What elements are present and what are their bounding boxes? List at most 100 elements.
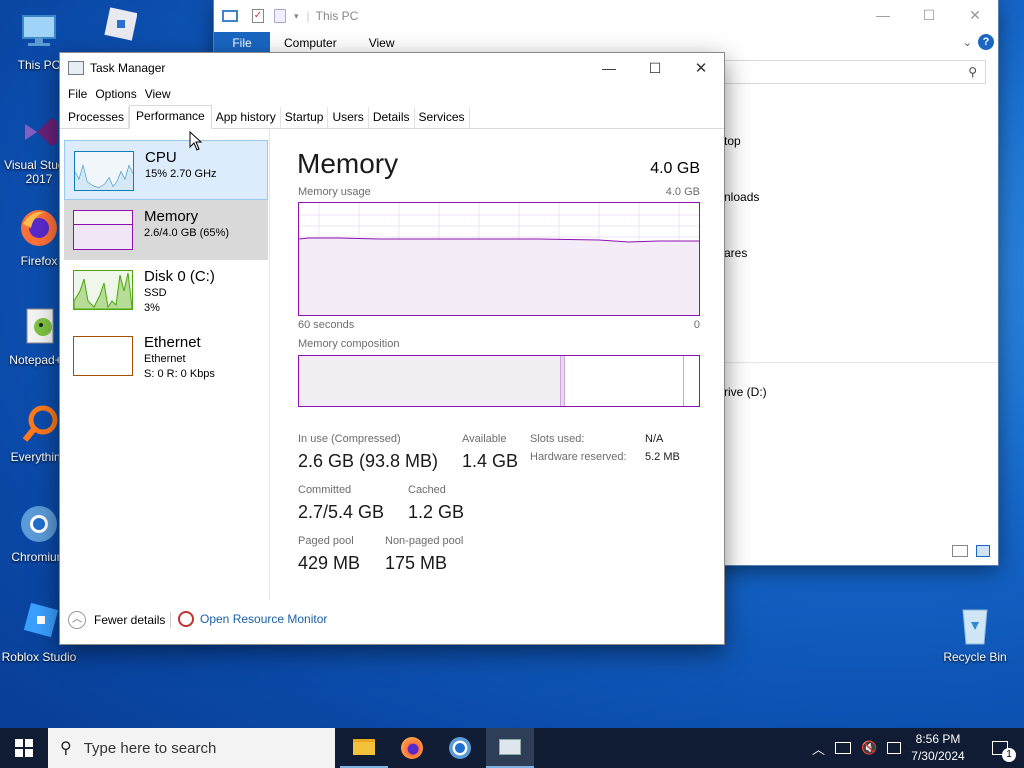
sidebar-item-name: Disk 0 (C:) (144, 268, 215, 285)
sidebar-item-detail: 3% (144, 302, 160, 314)
menu-options[interactable]: Options (91, 87, 140, 101)
tab-details[interactable]: Details (369, 107, 415, 128)
tab-processes[interactable]: Processes (64, 107, 130, 128)
qat-dropdown-icon[interactable]: ▾ (294, 11, 299, 22)
computer-icon (222, 10, 238, 22)
divider (724, 362, 998, 363)
taskbar-app-chromium[interactable] (436, 728, 484, 768)
desktop-icon-recycle-bin[interactable]: Recycle Bin (936, 602, 1014, 664)
fewer-details-label: Fewer details (94, 613, 166, 627)
sidebar-item-detail: SSD (144, 287, 167, 299)
disk-thumbnail-graph (73, 270, 133, 310)
composition-modified (561, 356, 565, 406)
chevron-up-icon[interactable]: ︿ (812, 739, 825, 758)
tab-performance[interactable]: Performance (129, 105, 212, 129)
tab-startup[interactable]: Startup (281, 107, 329, 128)
help-icon[interactable]: ? (978, 34, 994, 50)
task-manager-icon (499, 739, 521, 755)
stat-value-hw-reserved: 5.2 MB (645, 451, 680, 463)
composition-in-use (299, 356, 561, 406)
composition-label: Memory composition (298, 338, 400, 350)
stat-value-slots: N/A (645, 433, 664, 445)
ethernet-thumbnail-graph (73, 336, 133, 376)
minimize-button[interactable]: — (860, 0, 906, 30)
sidebar-item-detail: Ethernet (144, 353, 186, 365)
stat-value-committed: 2.7/5.4 GB (298, 502, 385, 522)
sidebar-item-detail: 15% 2.70 GHz (145, 168, 217, 180)
maximize-button[interactable]: ☐ (906, 0, 952, 30)
stat-label: Slots used: (530, 433, 585, 445)
usage-graph-max: 4.0 GB (665, 186, 700, 198)
new-folder-icon[interactable] (274, 9, 286, 23)
sidebar-item-ethernet[interactable]: Ethernet Ethernet S: 0 R: 0 Kbps (64, 320, 268, 390)
menu-view[interactable]: View (141, 87, 175, 101)
sidebar-item-name: CPU (145, 149, 177, 166)
visual-studio-icon (17, 110, 61, 154)
usage-graph-label: Memory usage (298, 186, 371, 198)
footer-divider (60, 599, 724, 600)
open-resource-monitor-link[interactable]: Open Resource Monitor (178, 611, 327, 627)
notepadpp-icon (17, 305, 61, 349)
desktop-icon-roblox-top[interactable] (76, 6, 154, 54)
memory-thumbnail-graph (73, 210, 133, 250)
memory-usage-graph (298, 202, 700, 316)
chevron-up-icon: ︿ (68, 611, 86, 629)
maximize-button[interactable]: ☐ (632, 53, 678, 83)
taskbar-app-firefox[interactable] (388, 728, 436, 768)
nav-item[interactable]: rive (D:) (724, 385, 767, 399)
tab-app-history[interactable]: App history (212, 107, 281, 128)
memory-composition-bar (298, 355, 700, 407)
tab-users[interactable]: Users (328, 107, 369, 128)
network-icon[interactable] (835, 742, 852, 754)
menu-file[interactable]: File (64, 87, 91, 101)
nav-item[interactable]: ares (724, 246, 747, 260)
taskbar-app-explorer[interactable] (340, 728, 388, 768)
taskbar-search-box[interactable]: ⚲ Type here to search (48, 728, 335, 768)
chromium-icon (449, 737, 471, 759)
task-manager-icon (68, 61, 84, 75)
memory-total: 4.0 GB (650, 160, 700, 177)
action-center-button[interactable]: 1 (982, 728, 1018, 768)
tab-services[interactable]: Services (415, 107, 470, 128)
stat-label: Hardware reserved: (530, 451, 627, 463)
clock[interactable]: 8:56 PM 7/30/2024 (900, 731, 976, 765)
nav-item[interactable]: nloads (724, 190, 759, 204)
sidebar-item-memory[interactable]: Memory 2.6/4.0 GB (65%) (64, 200, 268, 260)
search-box[interactable]: ⚲ (722, 60, 986, 84)
sidebar-item-cpu[interactable]: CPU 15% 2.70 GHz (64, 140, 268, 200)
ribbon-computer-tab[interactable]: Computer (270, 36, 353, 50)
sidebar-item-detail: S: 0 R: 0 Kbps (144, 368, 215, 380)
footer-separator (170, 612, 171, 628)
details-view-icon[interactable] (952, 545, 968, 557)
graph-x-left: 60 seconds (298, 319, 355, 331)
open-resource-monitor-label: Open Resource Monitor (200, 612, 328, 626)
sidebar-item-disk[interactable]: Disk 0 (C:) SSD 3% (64, 260, 268, 320)
stat-label: Non-paged pool (385, 535, 464, 547)
close-button[interactable]: ✕ (952, 0, 998, 30)
nav-item[interactable]: top (724, 134, 741, 148)
stat-label: In use (Compressed) (298, 433, 401, 445)
sidebar-item-name: Memory (144, 208, 199, 225)
minimize-button[interactable]: — (586, 53, 632, 83)
ribbon-file-tab[interactable]: File (214, 32, 270, 54)
sidebar-item-detail: 2.6/4.0 GB (65%) (144, 227, 229, 239)
roblox-studio-icon (17, 602, 61, 646)
search-icon: ⚲ (60, 740, 72, 757)
stat-value-in-use: 2.6 GB (93.8 MB) (298, 451, 439, 471)
clock-date: 7/30/2024 (911, 749, 965, 763)
task-manager-window[interactable]: Task Manager — ☐ ✕ File Options View Pro… (60, 53, 724, 644)
ribbon-view-tab[interactable]: View (353, 36, 411, 50)
stat-value-cached: 1.2 GB (408, 502, 465, 522)
taskbar-app-task-manager[interactable] (486, 728, 534, 768)
close-button[interactable]: ✕ (678, 53, 724, 83)
start-button[interactable] (0, 728, 48, 768)
volume-muted-icon[interactable]: 🔇 (861, 740, 877, 756)
cpu-thumbnail-graph (74, 151, 134, 191)
firefox-icon (17, 206, 61, 250)
explorer-ribbon: File Computer View ⌄ ? (214, 32, 998, 54)
fewer-details-button[interactable]: ︿ Fewer details (68, 611, 165, 629)
composition-standby (683, 356, 685, 406)
properties-icon[interactable]: ✓ (252, 9, 264, 23)
chevron-down-icon[interactable]: ⌄ (963, 36, 972, 49)
large-icons-view-icon[interactable] (976, 545, 990, 557)
